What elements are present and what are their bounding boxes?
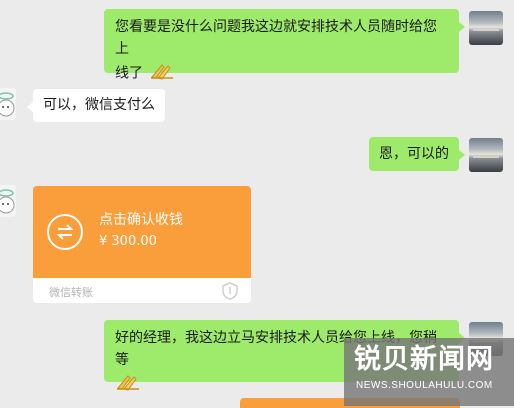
message-bubble-self[interactable]: 您看要是没什么问题我这边就安排技术人员随时给您上 线了 <box>104 9 465 82</box>
watermark-url: NEWS.SHOULAHULU.COM <box>356 380 493 391</box>
message-bubble-self[interactable]: 恩，可以的 <box>369 137 465 171</box>
self-avatar[interactable] <box>469 11 503 45</box>
contact-avatar[interactable] <box>0 185 16 217</box>
transfer-card[interactable]: 点击确认收钱 ¥ 300.00 微信转账 <box>33 186 251 303</box>
message-text: 恩，可以的 <box>379 146 449 162</box>
contact-avatar[interactable] <box>0 88 16 120</box>
self-avatar[interactable] <box>469 138 503 172</box>
transfer-footer-label: 微信转账 <box>49 286 93 299</box>
message-bubble-other[interactable]: 可以，微信支付么 <box>27 89 165 122</box>
message-text: 可以，微信支付么 <box>43 97 155 113</box>
site-watermark: 锐贝新闻网 NEWS.SHOULAHULU.COM <box>344 338 514 406</box>
prayer-hands-icon <box>115 371 141 398</box>
message-text: 您看要是没什么问题我这边就安排技术人员随时给您上 <box>115 19 437 57</box>
transfer-amount: ¥ 300.00 <box>99 234 157 249</box>
transfer-arrows-icon <box>47 214 83 250</box>
transfer-title: 点击确认收钱 <box>99 212 183 228</box>
message-text: 线了 <box>115 65 143 82</box>
shield-icon <box>222 282 238 303</box>
watermark-brand: 锐贝新闻网 <box>354 344 494 375</box>
prayer-hands-icon <box>149 60 175 87</box>
